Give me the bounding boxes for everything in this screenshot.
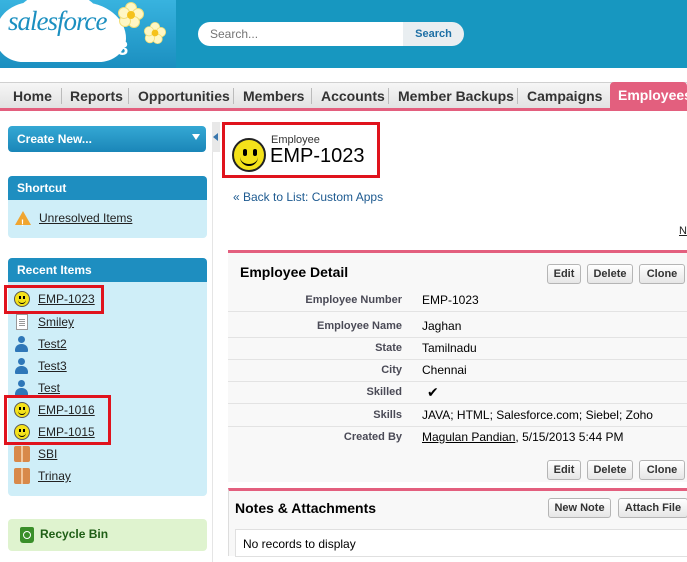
- field-label: City: [381, 364, 402, 376]
- tab-bar: Home Reports Opportunities Members Accou…: [0, 82, 687, 111]
- truncated-link[interactable]: N: [679, 225, 687, 237]
- recent-item-label[interactable]: Test2: [38, 335, 67, 353]
- field-value: JAVA; HTML; Salesforce.com; Siebel; Zoho: [422, 408, 653, 422]
- notes-empty-row: No records to display: [235, 529, 687, 557]
- field-label: Skilled: [366, 386, 402, 398]
- tab-accounts[interactable]: Accounts: [321, 83, 385, 109]
- person-icon: [14, 358, 30, 374]
- back-to-list-link[interactable]: « Back to List: Custom Apps: [233, 190, 383, 204]
- create-new-dropdown[interactable]: Create New...: [8, 126, 206, 152]
- field-label: State: [375, 342, 402, 354]
- employee-detail-section: Employee Detail Edit Delete Clone Employ…: [228, 250, 687, 482]
- tab-members[interactable]: Members: [243, 83, 304, 109]
- shortcut-panel: Unresolved Items: [8, 200, 207, 238]
- field-value: Jaghan: [422, 319, 462, 333]
- tab-opportunities[interactable]: Opportunities: [138, 83, 230, 109]
- flower-icon: [143, 21, 167, 45]
- shortcut-label[interactable]: Unresolved Items: [39, 209, 132, 227]
- new-note-button[interactable]: New Note: [548, 498, 611, 518]
- person-icon: [14, 336, 30, 352]
- logo-number: 13: [106, 38, 129, 60]
- delete-button[interactable]: Delete: [587, 460, 633, 480]
- edit-button[interactable]: Edit: [547, 460, 581, 480]
- chevron-down-icon: [192, 134, 200, 140]
- box-icon: [14, 468, 30, 484]
- salesforce-logo[interactable]: salesforce 13: [0, 0, 176, 68]
- checkmark-icon: ✔: [427, 384, 439, 400]
- recent-item-label[interactable]: Smiley: [38, 313, 74, 331]
- clone-button[interactable]: Clone: [639, 460, 685, 480]
- recent-item-label[interactable]: Test3: [38, 357, 67, 375]
- field-label: Employee Number: [305, 294, 402, 306]
- person-icon: [14, 380, 30, 396]
- tab-campaigns[interactable]: Campaigns: [527, 83, 602, 109]
- tab-separator: [311, 88, 312, 104]
- document-icon: [16, 314, 28, 330]
- tab-separator: [388, 88, 389, 104]
- create-new-label: Create New...: [17, 132, 92, 146]
- recent-items-panel: EMP-1023 Smiley Test2 Test3 Test EMP-101…: [8, 282, 207, 496]
- nav-spacer: [0, 68, 687, 82]
- created-date: , 5/15/2013 5:44 PM: [515, 430, 624, 444]
- field-row-employee-name: Employee Name Jaghan: [228, 316, 687, 338]
- recent-item-label[interactable]: Trinay: [38, 467, 71, 485]
- field-row-skilled: Skilled ✔: [228, 382, 687, 404]
- notes-attachments-section: Notes & Attachments New Note Attach File…: [228, 488, 687, 557]
- field-row-employee-number: Employee Number EMP-1023: [228, 290, 687, 312]
- flower-icon: [118, 2, 144, 28]
- box-icon: [14, 446, 30, 462]
- search-button[interactable]: Search: [403, 22, 464, 46]
- field-value: EMP-1023: [422, 293, 479, 307]
- sidebar-divider: [212, 152, 213, 562]
- search-input[interactable]: [198, 22, 403, 46]
- field-row-state: State Tamilnadu: [228, 338, 687, 360]
- highlight-box: [4, 285, 104, 314]
- tab-separator: [61, 88, 62, 104]
- tab-separator: [128, 88, 129, 104]
- field-row-skills: Skills JAVA; HTML; Salesforce.com; Siebe…: [228, 405, 687, 427]
- header: salesforce 13 Search: [0, 0, 687, 68]
- field-value: Tamilnadu: [422, 341, 477, 355]
- tab-employees[interactable]: Employees: [610, 82, 687, 109]
- field-label: Created By: [343, 431, 402, 443]
- field-row-created-by: Created By Magulan Pandian, 5/15/2013 5:…: [228, 427, 687, 449]
- recycle-bin-link[interactable]: Recycle Bin: [8, 519, 207, 551]
- field-row-city: City Chennai: [228, 360, 687, 382]
- recycle-bin-icon: [20, 527, 34, 543]
- logo-text: salesforce: [8, 6, 107, 36]
- tab-separator: [233, 88, 234, 104]
- tab-reports[interactable]: Reports: [70, 83, 123, 109]
- tab-home[interactable]: Home: [13, 83, 52, 109]
- recent-items-header: Recent Items: [8, 258, 207, 282]
- warning-icon: [15, 211, 31, 232]
- highlight-box: [222, 122, 380, 178]
- recent-item-label[interactable]: SBI: [38, 445, 57, 463]
- created-by-user-link[interactable]: Magulan Pandian: [422, 430, 515, 444]
- tab-separator: [517, 88, 518, 104]
- field-value: Magulan Pandian, 5/15/2013 5:44 PM: [422, 430, 623, 444]
- recycle-bin-label: Recycle Bin: [40, 527, 109, 541]
- clone-button[interactable]: Clone: [639, 264, 685, 284]
- section-title: Notes & Attachments: [235, 500, 377, 516]
- sidebar: Create New... Shortcut Unresolved Items …: [0, 114, 212, 562]
- highlight-box: [4, 395, 111, 445]
- shortcut-header: Shortcut: [8, 176, 207, 200]
- sidebar-collapse-handle[interactable]: [212, 122, 220, 152]
- tab-member-backups[interactable]: Member Backups: [398, 83, 514, 109]
- section-title: Employee Detail: [240, 264, 349, 280]
- empty-message: No records to display: [243, 537, 356, 551]
- field-value: Chennai: [422, 363, 467, 377]
- field-label: Skills: [373, 409, 402, 421]
- attach-file-button[interactable]: Attach File: [618, 498, 687, 518]
- field-label: Employee Name: [317, 320, 402, 332]
- delete-button[interactable]: Delete: [587, 264, 633, 284]
- edit-button[interactable]: Edit: [547, 264, 581, 284]
